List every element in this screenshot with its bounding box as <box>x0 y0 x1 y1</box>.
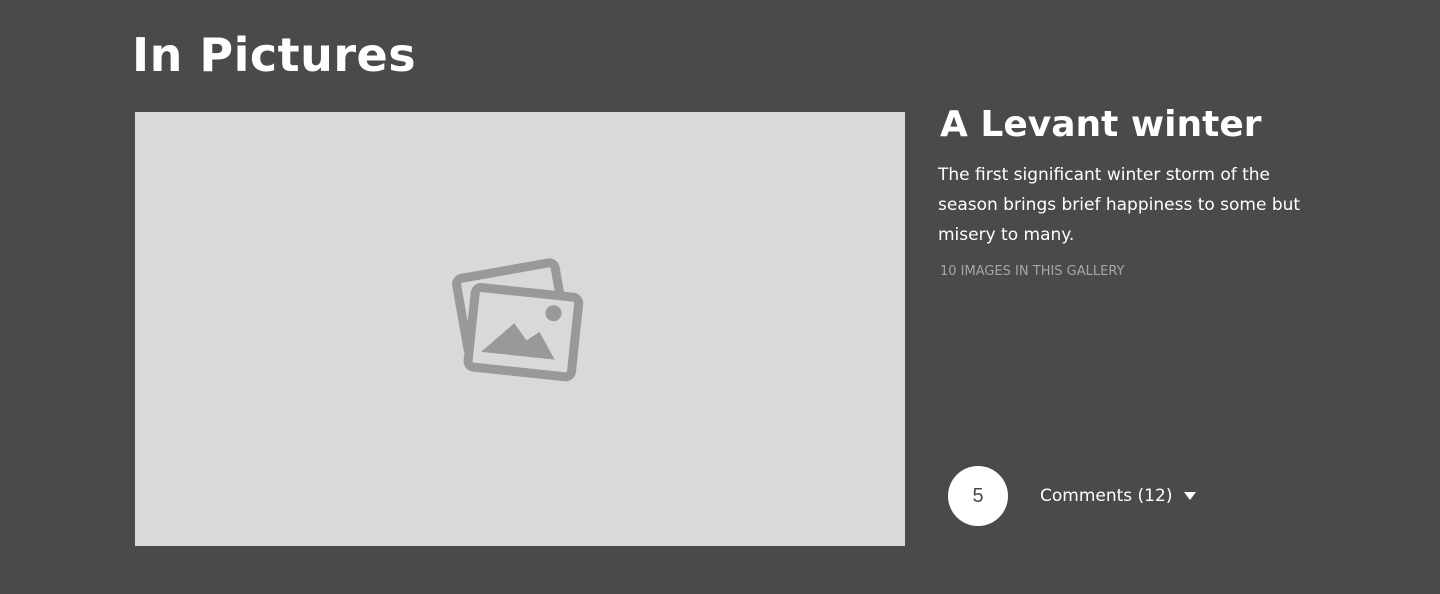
rating-badge: 5 <box>948 466 1008 526</box>
comments-toggle[interactable]: Comments (12) <box>1040 482 1197 510</box>
gallery-info: A Levant winter The first significant wi… <box>938 100 1318 282</box>
gallery-title[interactable]: A Levant winter <box>938 100 1318 150</box>
gallery-description: The first significant winter storm of th… <box>938 165 1301 245</box>
gallery-image-count: 10 IMAGES IN THIS GALLERY <box>940 264 1125 279</box>
caret-down-icon <box>1184 492 1197 500</box>
section-title: In Pictures <box>132 28 417 82</box>
comments-label: Comments (12) <box>1040 486 1173 506</box>
gallery-image[interactable] <box>135 112 905 546</box>
image-placeholder-icon <box>452 258 584 382</box>
